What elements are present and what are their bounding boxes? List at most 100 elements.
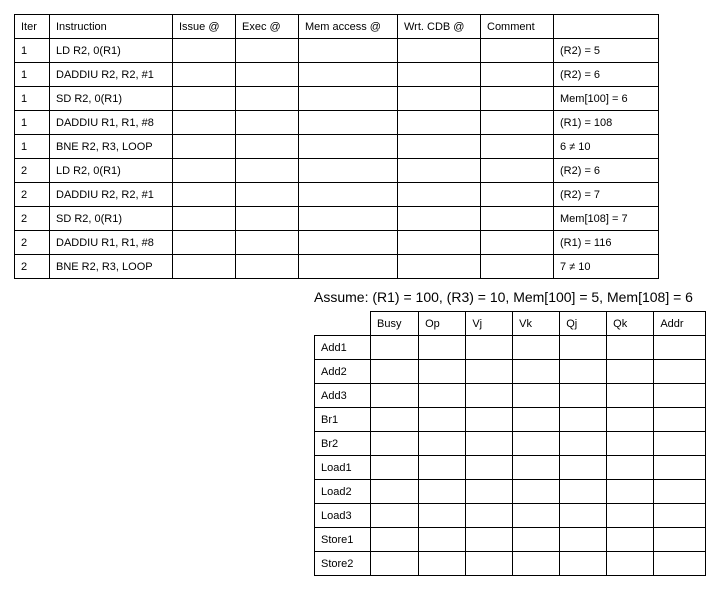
- cell-vk: [513, 552, 560, 576]
- table-row: 2DADDIU R2, R2, #1(R2) = 7: [15, 183, 659, 207]
- cell-exec: [236, 135, 299, 159]
- cell-qj: [560, 408, 607, 432]
- cell-name: Store2: [315, 552, 371, 576]
- cell-vk: [513, 384, 560, 408]
- cell-iter: 1: [15, 39, 50, 63]
- cell-vk: [513, 360, 560, 384]
- cell-res: (R1) = 116: [554, 231, 659, 255]
- cell-iter: 2: [15, 255, 50, 279]
- cell-cmt: [481, 183, 554, 207]
- col-instr: Instruction: [50, 15, 173, 39]
- cell-iter: 2: [15, 159, 50, 183]
- cell-iter: 1: [15, 87, 50, 111]
- cell-instr: DADDIU R2, R2, #1: [50, 183, 173, 207]
- cell-name: Add3: [315, 384, 371, 408]
- cell-qk: [607, 384, 654, 408]
- cell-instr: BNE R2, R3, LOOP: [50, 255, 173, 279]
- table-row: Load2: [315, 480, 706, 504]
- cell-addr: [654, 552, 706, 576]
- cell-vj: [466, 432, 513, 456]
- cell-wrt: [398, 255, 481, 279]
- cell-wrt: [398, 63, 481, 87]
- cell-cmt: [481, 63, 554, 87]
- col-name-blank: [315, 312, 371, 336]
- cell-name: Add1: [315, 336, 371, 360]
- cell-mem: [299, 39, 398, 63]
- cell-qj: [560, 552, 607, 576]
- cell-wrt: [398, 159, 481, 183]
- cell-vj: [466, 480, 513, 504]
- cell-exec: [236, 207, 299, 231]
- table-row: Br2: [315, 432, 706, 456]
- cell-mem: [299, 159, 398, 183]
- cell-res: Mem[108] = 7: [554, 207, 659, 231]
- cell-name: Br1: [315, 408, 371, 432]
- cell-wrt: [398, 111, 481, 135]
- table-row: Store2: [315, 552, 706, 576]
- cell-op: [419, 456, 466, 480]
- cell-wrt: [398, 231, 481, 255]
- table-row: Load1: [315, 456, 706, 480]
- cell-iter: 2: [15, 231, 50, 255]
- cell-exec: [236, 255, 299, 279]
- cell-vj: [466, 504, 513, 528]
- cell-busy: [371, 408, 419, 432]
- cell-vk: [513, 504, 560, 528]
- cell-mem: [299, 255, 398, 279]
- cell-addr: [654, 432, 706, 456]
- cell-busy: [371, 552, 419, 576]
- cell-qk: [607, 408, 654, 432]
- table-header-row: Iter Instruction Issue @ Exec @ Mem acce…: [15, 15, 659, 39]
- cell-mem: [299, 87, 398, 111]
- cell-issue: [173, 63, 236, 87]
- table-row: 2BNE R2, R3, LOOP7 ≠ 10: [15, 255, 659, 279]
- cell-iter: 2: [15, 207, 50, 231]
- cell-exec: [236, 63, 299, 87]
- cell-vk: [513, 456, 560, 480]
- cell-res: (R2) = 6: [554, 159, 659, 183]
- cell-mem: [299, 207, 398, 231]
- cell-mem: [299, 63, 398, 87]
- cell-instr: BNE R2, R3, LOOP: [50, 135, 173, 159]
- cell-cmt: [481, 255, 554, 279]
- instruction-schedule-table: Iter Instruction Issue @ Exec @ Mem acce…: [14, 14, 659, 279]
- cell-exec: [236, 111, 299, 135]
- cell-vk: [513, 480, 560, 504]
- col-qj: Qj: [560, 312, 607, 336]
- cell-name: Add2: [315, 360, 371, 384]
- col-busy: Busy: [371, 312, 419, 336]
- table-row: 1DADDIU R2, R2, #1(R2) = 6: [15, 63, 659, 87]
- cell-res: (R2) = 6: [554, 63, 659, 87]
- col-wrt: Wrt. CDB @: [398, 15, 481, 39]
- cell-qk: [607, 480, 654, 504]
- cell-cmt: [481, 135, 554, 159]
- cell-issue: [173, 183, 236, 207]
- cell-op: [419, 552, 466, 576]
- cell-qk: [607, 504, 654, 528]
- cell-exec: [236, 183, 299, 207]
- cell-iter: 2: [15, 183, 50, 207]
- cell-issue: [173, 207, 236, 231]
- cell-vk: [513, 336, 560, 360]
- cell-wrt: [398, 135, 481, 159]
- col-issue: Issue @: [173, 15, 236, 39]
- cell-op: [419, 336, 466, 360]
- cell-mem: [299, 183, 398, 207]
- table-row: 2SD R2, 0(R1)Mem[108] = 7: [15, 207, 659, 231]
- cell-name: Load1: [315, 456, 371, 480]
- assume-text: Assume: (R1) = 100, (R3) = 10, Mem[100] …: [314, 289, 706, 305]
- col-vk: Vk: [513, 312, 560, 336]
- cell-mem: [299, 135, 398, 159]
- table-row: Add2: [315, 360, 706, 384]
- cell-exec: [236, 39, 299, 63]
- col-vj: Vj: [466, 312, 513, 336]
- cell-name: Load2: [315, 480, 371, 504]
- cell-busy: [371, 504, 419, 528]
- cell-qk: [607, 336, 654, 360]
- cell-iter: 1: [15, 111, 50, 135]
- cell-vj: [466, 408, 513, 432]
- cell-name: Load3: [315, 504, 371, 528]
- cell-wrt: [398, 39, 481, 63]
- cell-addr: [654, 456, 706, 480]
- cell-mem: [299, 231, 398, 255]
